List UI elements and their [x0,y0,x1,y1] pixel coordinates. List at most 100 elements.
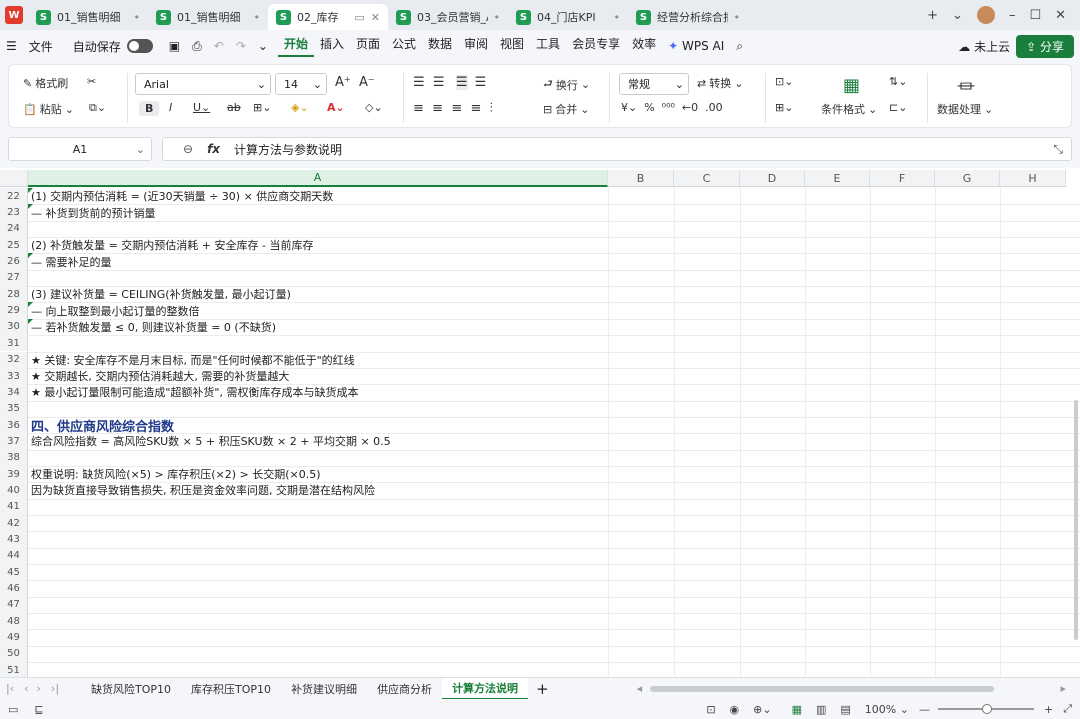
data-process-button[interactable]: 数据处理 ⌄ [937,101,993,117]
wrap-text-button[interactable]: ⮐ 换行 ⌄ [543,75,590,94]
new-tab-icon[interactable]: + [927,8,938,23]
wps-logo-icon[interactable]: W [0,0,28,30]
row-header[interactable]: 33 [0,367,28,385]
merge-button[interactable]: ⊟ 合并 ⌄ [543,101,589,117]
normal-view-icon[interactable]: ▦ [792,703,802,716]
text-cell[interactable]: ★ 关键: 安全库存不是月末目标, 而是"任何时候都不能低于"的红线 [31,352,355,368]
row-header[interactable]: 25 [0,237,28,254]
fx-icon[interactable]: fx [207,142,220,156]
row-header[interactable]: 37 [0,433,28,450]
text-cell[interactable]: 权重说明: 缺货风险(×5) > 库存积压(×2) > 长交期(×0.5) [31,466,321,482]
column-header-C[interactable]: C [674,170,740,187]
undo-icon[interactable]: ↶ [208,39,230,53]
menu-tab-9[interactable]: 效率 [626,35,662,57]
fullscreen-icon[interactable]: ⤢ [1063,702,1072,716]
bold-button[interactable]: B [139,101,160,116]
row-header[interactable]: 43 [0,531,28,548]
text-cell[interactable]: — 补货到货前的预计销量 [31,204,156,220]
menu-tab-7[interactable]: 工具 [530,35,566,57]
doc-tab-3[interactable]: S 03_会员营销_AB • [388,4,508,30]
view-options-icon[interactable]: ⊕⌄ [753,703,771,716]
row-header[interactable]: 31 [0,335,28,352]
row-header[interactable]: 23 [0,204,28,221]
close-tab-icon[interactable]: • [254,11,261,24]
row-header[interactable]: 30 [0,318,28,336]
formula-input[interactable]: ⊖ fx 计算方法与参数说明 ⤡ [162,137,1072,161]
number-format-select[interactable]: 常规 ⌄ [619,73,689,95]
conditional-format-icon[interactable]: ▦ [843,75,860,96]
column-header-B[interactable]: B [608,170,674,187]
row-header[interactable]: 32 [0,351,28,368]
add-sheet-icon[interactable]: + [528,680,557,698]
font-color-icon[interactable]: A⌄ [327,101,345,114]
row-header[interactable]: 44 [0,547,28,565]
tab-list-chevron-icon[interactable]: ⌄ [952,8,963,23]
text-cell[interactable]: (1) 交期内预估消耗 = (近30天销量 ÷ 30) × 供应商交期天数 [31,188,333,204]
font-name-select[interactable]: Arial ⌄ [135,73,271,95]
doc-tab-1[interactable]: S 01_销售明细 • [148,4,268,30]
section-heading-cell[interactable]: 四、供应商风险综合指数 [31,417,174,435]
column-header-E[interactable]: E [805,170,870,187]
redo-icon[interactable]: ↷ [230,39,252,53]
protect-icon[interactable]: ⊡ [706,703,715,716]
fill-icon[interactable]: ⊏⌄ [889,101,907,114]
sheet-tab-0[interactable]: 缺货风险TOP10 [81,678,181,700]
text-cell[interactable]: — 需要补足的量 [31,253,112,269]
minimize-icon[interactable]: – [1009,8,1016,23]
column-header-A[interactable]: A [28,170,608,187]
row-header[interactable]: 42 [0,515,28,532]
row-header[interactable]: 47 [0,596,28,614]
column-header-G[interactable]: G [935,170,1000,187]
menu-tab-4[interactable]: 数据 [422,35,458,57]
sort-icon[interactable]: ⇅⌄ [889,75,907,88]
doc-tab-2[interactable]: S 02_库存 ▭ ✕ [268,4,388,30]
text-cell[interactable]: ★ 交期越长, 交期内预估消耗越大, 需要的补货量越大 [31,368,289,384]
row-header[interactable]: 28 [0,286,28,303]
row-header[interactable]: 45 [0,564,28,581]
row-header[interactable]: 29 [0,302,28,319]
text-cell[interactable]: 因为缺货直接导致销售损失, 积压是资金效率问题, 交期是潜在结构风险 [31,482,375,498]
sheet-tab-3[interactable]: 供应商分析 [367,678,442,700]
hamburger-icon[interactable]: ☰ [0,39,23,53]
close-tab-icon[interactable]: • [134,11,141,24]
cut-icon[interactable]: ✂ [87,75,96,88]
menu-tab-1[interactable]: 插入 [314,35,350,57]
row-header[interactable]: 48 [0,613,28,630]
strikethrough-button[interactable]: ab [227,101,241,114]
clear-format-icon[interactable]: ◇⌄ [365,101,383,114]
print-icon[interactable]: ⎙ [186,39,208,54]
expand-formula-icon[interactable]: ⤡ [1053,142,1063,157]
autosave-toggle[interactable] [126,39,153,53]
row-header[interactable]: 36 [0,416,28,434]
data-process-icon[interactable]: ⏛ [957,73,975,99]
horizontal-scrollbar[interactable] [650,685,995,692]
row-header[interactable]: 41 [0,498,28,515]
column-header-D[interactable]: D [740,170,805,187]
maximize-icon[interactable]: ☐ [1029,8,1041,23]
zoom-out-icon[interactable]: — [919,703,930,716]
cell-style-icon[interactable]: ⊞⌄ [775,101,793,114]
menu-tab-8[interactable]: 会员专享 [566,35,626,57]
close-tab-icon[interactable]: • [614,11,621,24]
table-style-icon[interactable]: ⊡⌄ [775,75,793,88]
close-tab-icon[interactable]: ✕ [371,11,380,24]
menu-tab-0[interactable]: 开始 [277,35,314,57]
row-header[interactable]: 50 [0,645,28,663]
align-top-icon[interactable]: ☰ ☰ ☰ ☰ [413,75,486,90]
spreadsheet-grid[interactable]: A B C D E F G H 22 (1) 交期内预估消耗 = (近30天销量 ÷ 30) × … [0,170,1080,677]
search-icon[interactable]: ⌕ [730,39,749,54]
menu-tab-2[interactable]: 页面 [350,35,386,57]
page-layout-view-icon[interactable]: ▤ [840,703,850,716]
column-header-F[interactable]: F [870,170,935,187]
row-header[interactable]: 24 [0,220,28,238]
copy-icon[interactable]: ⧉⌄ [89,101,106,115]
doc-tab-5[interactable]: S 经营分析综合报 • [628,4,748,30]
zoom-formula-icon[interactable]: ⊖ [183,142,193,156]
doc-tab-4[interactable]: S 04_门店KPI • [508,4,628,30]
more-chevron-icon[interactable]: ⌄ [252,39,274,53]
column-header-H[interactable]: H [1000,170,1066,187]
sheet-status-icon[interactable]: ▭ [8,703,18,716]
sheet-tab-1[interactable]: 库存积压TOP10 [181,678,281,700]
text-cell[interactable]: (3) 建议补货量 = CEILING(补货触发量, 最小起订量) [31,286,291,302]
menu-tab-5[interactable]: 审阅 [458,35,494,57]
